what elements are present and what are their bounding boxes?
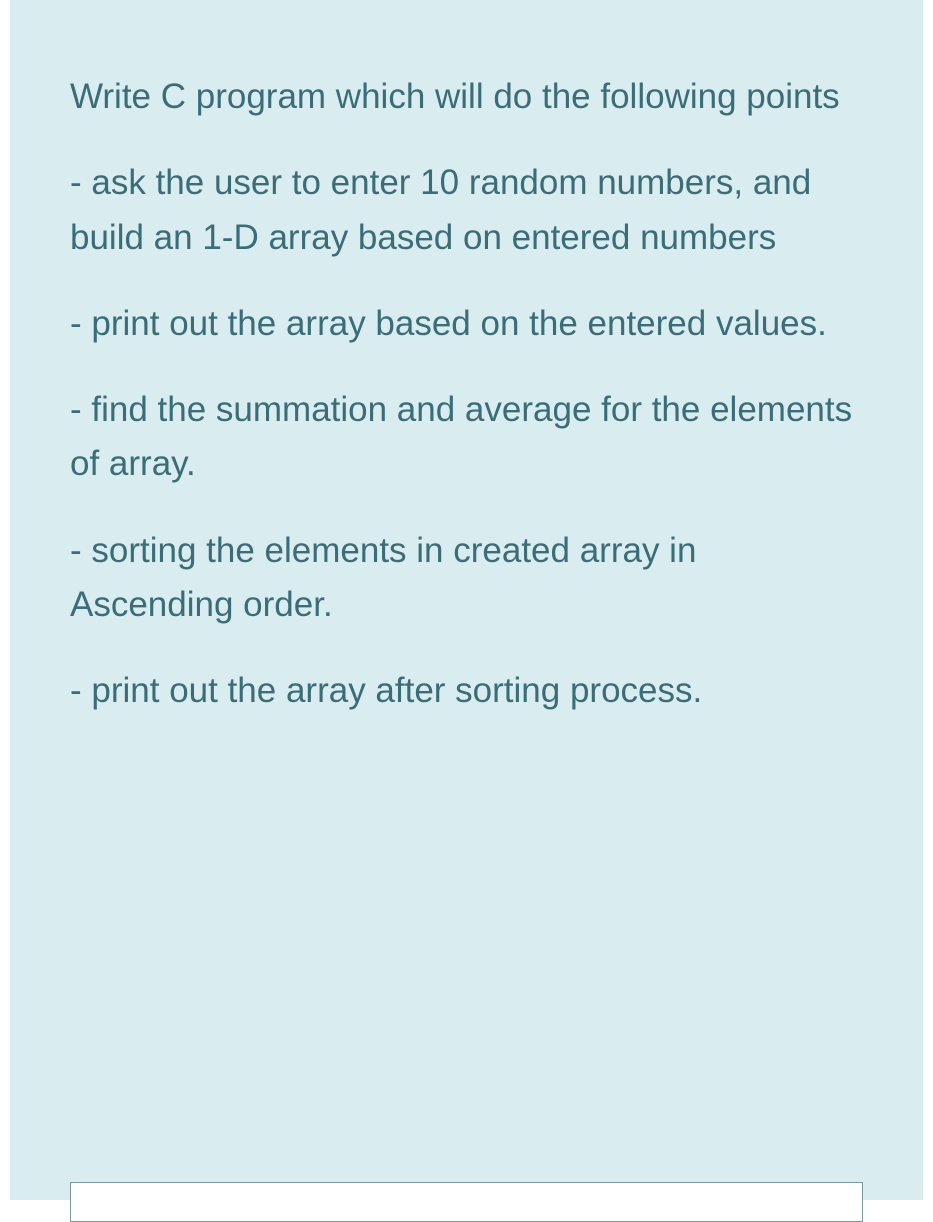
- question-content: Write C program which will do the follow…: [70, 70, 863, 718]
- question-point-5: - print out the array after sorting proc…: [70, 664, 863, 718]
- question-point-1: - ask the user to enter 10 random number…: [70, 156, 863, 265]
- question-container: Write C program which will do the follow…: [10, 0, 923, 1200]
- answer-input-wrapper: [70, 1182, 863, 1200]
- question-point-4: - sorting the elements in created array …: [70, 524, 863, 633]
- answer-input[interactable]: [70, 1182, 863, 1222]
- question-point-2: - print out the array based on the enter…: [70, 297, 863, 351]
- question-title: Write C program which will do the follow…: [70, 70, 863, 124]
- question-point-3: - find the summation and average for the…: [70, 383, 863, 492]
